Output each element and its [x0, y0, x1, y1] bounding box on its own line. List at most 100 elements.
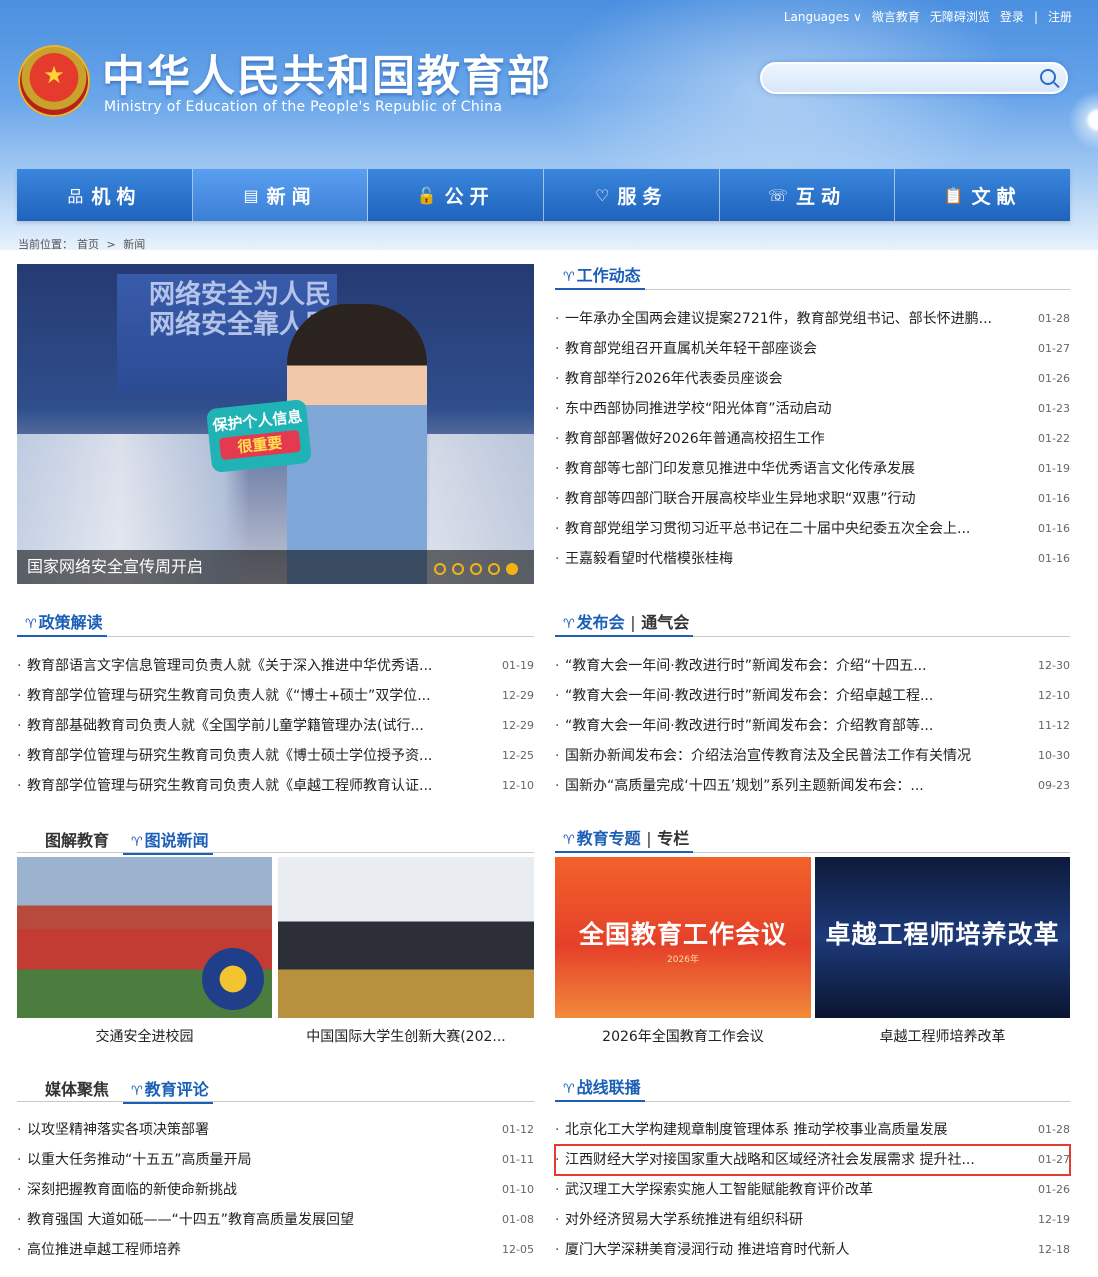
- register-link[interactable]: 注册: [1048, 8, 1072, 25]
- nav-item-public[interactable]: 🔓 公开: [368, 169, 545, 221]
- list-item[interactable]: 教育部等四部门联合开展高校毕业生异地求职“双惠”行动 01-16: [555, 484, 1070, 514]
- nav-item-service[interactable]: ♡ 服务: [544, 169, 720, 221]
- carousel-dot[interactable]: [434, 563, 446, 575]
- nav-item-interaction[interactable]: ☏ 互动: [720, 169, 896, 221]
- list-item[interactable]: 教育部学位管理与研究生教育司负责人就《博士硕士学位授予资... 12-25: [17, 741, 534, 771]
- list-item[interactable]: 一年承办全国两会建议提案2721件，教育部党组书记、部长怀进鹏... 01-28: [555, 304, 1070, 334]
- search-input[interactable]: [776, 64, 1036, 92]
- list-item[interactable]: 教育部党组学习贯彻习近平总书记在二十届中央纪委五次全会上... 01-16: [555, 514, 1070, 544]
- tab-work-dynamics[interactable]: ♈︎ 工作动态: [555, 264, 645, 290]
- list-item-link[interactable]: 教育部等七部门印发意见推进中华优秀语言文化传承发展: [565, 454, 915, 484]
- list-item[interactable]: 教育强国 大道如砥——“十四五”教育高质量发展回望 01-08: [17, 1205, 534, 1235]
- photo-innovation-contest[interactable]: [278, 857, 534, 1018]
- list-item[interactable]: 教育部党组召开直属机关年轻干部座谈会 01-27: [555, 334, 1070, 364]
- list-item[interactable]: 国新办新闻发布会：介绍法治宣传教育法及全民普法工作有关情况 10-30: [555, 741, 1070, 771]
- list-item-link[interactable]: 教育部等四部门联合开展高校毕业生异地求职“双惠”行动: [565, 484, 916, 514]
- topic-engineer-reform[interactable]: 卓越工程师培养改革: [815, 857, 1070, 1018]
- list-item-link[interactable]: 厦门大学深耕美育浸润行动 推进培育时代新人: [565, 1235, 849, 1265]
- list-item-link[interactable]: 北京化工大学构建规章制度管理体系 推动学校事业高质量发展: [565, 1115, 947, 1145]
- list-item[interactable]: 北京化工大学构建规章制度管理体系 推动学校事业高质量发展 01-28: [555, 1115, 1070, 1145]
- list-item-link[interactable]: 教育部党组学习贯彻习近平总书记在二十届中央纪委五次全会上...: [565, 514, 970, 544]
- photo-caption[interactable]: 中国国际大学生创新大赛(202...: [278, 1026, 534, 1046]
- list-item[interactable]: 教育部等七部门印发意见推进中华优秀语言文化传承发展 01-19: [555, 454, 1070, 484]
- list-item[interactable]: 教育部基础教育司负责人就《全国学前儿童学籍管理办法(试行... 12-29: [17, 711, 534, 741]
- list-item-link[interactable]: “教育大会一年间·教改进行时”新闻发布会：介绍教育部等...: [565, 711, 933, 741]
- list-item[interactable]: 教育部部署做好2026年普通高校招生工作 01-22: [555, 424, 1070, 454]
- tab-briefing[interactable]: 通气会: [641, 613, 689, 632]
- tab-infographics[interactable]: 图解教育: [17, 831, 109, 850]
- search-icon[interactable]: [1040, 69, 1056, 85]
- list-item-link[interactable]: 一年承办全国两会建议提案2721件，教育部党组书记、部长怀进鹏...: [565, 304, 992, 334]
- list-item[interactable]: 厦门大学深耕美育浸润行动 推进培育时代新人 12-18: [555, 1235, 1070, 1265]
- list-item-link[interactable]: 教育部部署做好2026年普通高校招生工作: [565, 424, 825, 454]
- list-item-link[interactable]: 教育部学位管理与研究生教育司负责人就《卓越工程师教育认证...: [27, 771, 432, 801]
- list-item-link[interactable]: 国新办新闻发布会：介绍法治宣传教育法及全民普法工作有关情况: [565, 741, 971, 771]
- tab-policy-interpretation[interactable]: ♈︎ 政策解读: [17, 611, 107, 637]
- tab-front-broadcast[interactable]: ♈︎ 战线联播: [555, 1076, 645, 1102]
- list-item[interactable]: 高位推进卓越工程师培养 12-05: [17, 1235, 534, 1265]
- breadcrumb-home[interactable]: 首页: [77, 238, 99, 251]
- tab-press-conference[interactable]: ♈︎ 发布会 | 通气会: [555, 611, 694, 637]
- list-item[interactable]: 教育部学位管理与研究生教育司负责人就《卓越工程师教育认证... 12-10: [17, 771, 534, 801]
- hero-caption-text[interactable]: 国家网络安全宣传周开启: [27, 557, 203, 576]
- list-item[interactable]: 东中西部协同推进学校“阳光体育”活动启动 01-23: [555, 394, 1070, 424]
- list-item-link[interactable]: 教育部学位管理与研究生教育司负责人就《博士硕士学位授予资...: [27, 741, 432, 771]
- list-item-link[interactable]: 江西财经大学对接国家重大战略和区域经济社会发展需求 提升社...: [565, 1145, 975, 1175]
- list-item-link[interactable]: 教育部学位管理与研究生教育司负责人就《“博士+硕士”双学位...: [27, 681, 431, 711]
- carousel-dot[interactable]: [452, 563, 464, 575]
- list-item-link[interactable]: 王嘉毅看望时代楷模张桂梅: [565, 544, 733, 574]
- list-item-link[interactable]: 以重大任务推动“十五五”高质量开局: [27, 1145, 252, 1175]
- list-item[interactable]: 以重大任务推动“十五五”高质量开局 01-11: [17, 1145, 534, 1175]
- list-item-link[interactable]: 以攻坚精神落实各项决策部署: [27, 1115, 209, 1145]
- tab-education-commentary[interactable]: ♈︎ 教育评论: [123, 1078, 213, 1104]
- list-item[interactable]: “教育大会一年间·教改进行时”新闻发布会：介绍“十四五... 12-30: [555, 651, 1070, 681]
- topic-caption[interactable]: 卓越工程师培养改革: [815, 1026, 1070, 1046]
- list-item[interactable]: “教育大会一年间·教改进行时”新闻发布会：介绍教育部等... 11-12: [555, 711, 1070, 741]
- languages-link[interactable]: Languages ∨: [784, 10, 862, 24]
- national-emblem-icon[interactable]: [18, 45, 90, 117]
- list-item[interactable]: 国新办“高质量完成‘十四五’规划”系列主题新闻发布会：... 09-23: [555, 771, 1070, 801]
- tab-picture-news[interactable]: ♈︎ 图说新闻: [123, 829, 213, 855]
- list-item[interactable]: 江西财经大学对接国家重大战略和区域经济社会发展需求 提升社... 01-27: [554, 1144, 1071, 1176]
- carousel-dot-active[interactable]: [506, 563, 518, 575]
- photo-traffic-safety[interactable]: [17, 857, 272, 1018]
- list-item[interactable]: 教育部举行2026年代表委员座谈会 01-26: [555, 364, 1070, 394]
- list-item[interactable]: 以攻坚精神落实各项决策部署 01-12: [17, 1115, 534, 1145]
- list-item-link[interactable]: “教育大会一年间·教改进行时”新闻发布会：介绍“十四五...: [565, 651, 927, 681]
- list-item-link[interactable]: 武汉理工大学探索实施人工智能赋能教育评价改革: [565, 1175, 873, 1205]
- list-item-link[interactable]: “教育大会一年间·教改进行时”新闻发布会：介绍卓越工程...: [565, 681, 933, 711]
- list-item-link[interactable]: 对外经济贸易大学系统推进有组织科研: [565, 1205, 803, 1235]
- hero-carousel[interactable]: 网络安全为人民 网络安全靠人民 保护个人信息 很重要 国家网络安全宣传周开启: [17, 264, 534, 584]
- list-item[interactable]: 武汉理工大学探索实施人工智能赋能教育评价改革 01-26: [555, 1175, 1070, 1205]
- list-item-link[interactable]: 教育部党组召开直属机关年轻干部座谈会: [565, 334, 817, 364]
- list-item-link[interactable]: 教育部语言文字信息管理司负责人就《关于深入推进中华优秀语...: [27, 651, 432, 681]
- nav-item-documents[interactable]: 📋 文献: [895, 169, 1070, 221]
- login-link[interactable]: 登录: [1000, 8, 1024, 25]
- site-name-cn[interactable]: 中华人民共和国教育部: [102, 42, 552, 104]
- list-item[interactable]: 对外经济贸易大学系统推进有组织科研 12-19: [555, 1205, 1070, 1235]
- carousel-dot[interactable]: [488, 563, 500, 575]
- list-item-link[interactable]: 教育部基础教育司负责人就《全国学前儿童学籍管理办法(试行...: [27, 711, 424, 741]
- nav-item-institutions[interactable]: 品机构: [17, 169, 193, 221]
- breadcrumb-current[interactable]: 新闻: [123, 238, 145, 251]
- topic-caption[interactable]: 2026年全国教育工作会议: [555, 1026, 811, 1046]
- tab-columns[interactable]: 专栏: [657, 829, 689, 848]
- list-item[interactable]: “教育大会一年间·教改进行时”新闻发布会：介绍卓越工程... 12-10: [555, 681, 1070, 711]
- carousel-dot[interactable]: [470, 563, 482, 575]
- tab-media-focus[interactable]: 媒体聚焦: [17, 1080, 109, 1099]
- photo-caption[interactable]: 交通安全进校园: [17, 1026, 272, 1046]
- tab-education-topics[interactable]: ♈︎ 教育专题 | 专栏: [555, 827, 694, 853]
- list-item-link[interactable]: 教育部举行2026年代表委员座谈会: [565, 364, 783, 394]
- list-item-link[interactable]: 教育强国 大道如砥——“十四五”教育高质量发展回望: [27, 1205, 354, 1235]
- list-item-link[interactable]: 东中西部协同推进学校“阳光体育”活动启动: [565, 394, 832, 424]
- accessibility-link[interactable]: 无障碍浏览: [930, 8, 990, 25]
- list-item[interactable]: 深刻把握教育面临的新使命新挑战 01-10: [17, 1175, 534, 1205]
- list-item[interactable]: 王嘉毅看望时代楷模张桂梅 01-16: [555, 544, 1070, 574]
- list-item[interactable]: 教育部学位管理与研究生教育司负责人就《“博士+硕士”双学位... 12-29: [17, 681, 534, 711]
- topic-work-conference[interactable]: 全国教育工作会议 2026年: [555, 857, 811, 1018]
- list-item-link[interactable]: 深刻把握教育面临的新使命新挑战: [27, 1175, 237, 1205]
- nav-item-news[interactable]: ▤ 新闻: [192, 169, 369, 221]
- list-item[interactable]: 教育部语言文字信息管理司负责人就《关于深入推进中华优秀语... 01-19: [17, 651, 534, 681]
- list-item-link[interactable]: 国新办“高质量完成‘十四五’规划”系列主题新闻发布会：...: [565, 771, 924, 801]
- weiyan-link[interactable]: 微言教育: [872, 8, 920, 25]
